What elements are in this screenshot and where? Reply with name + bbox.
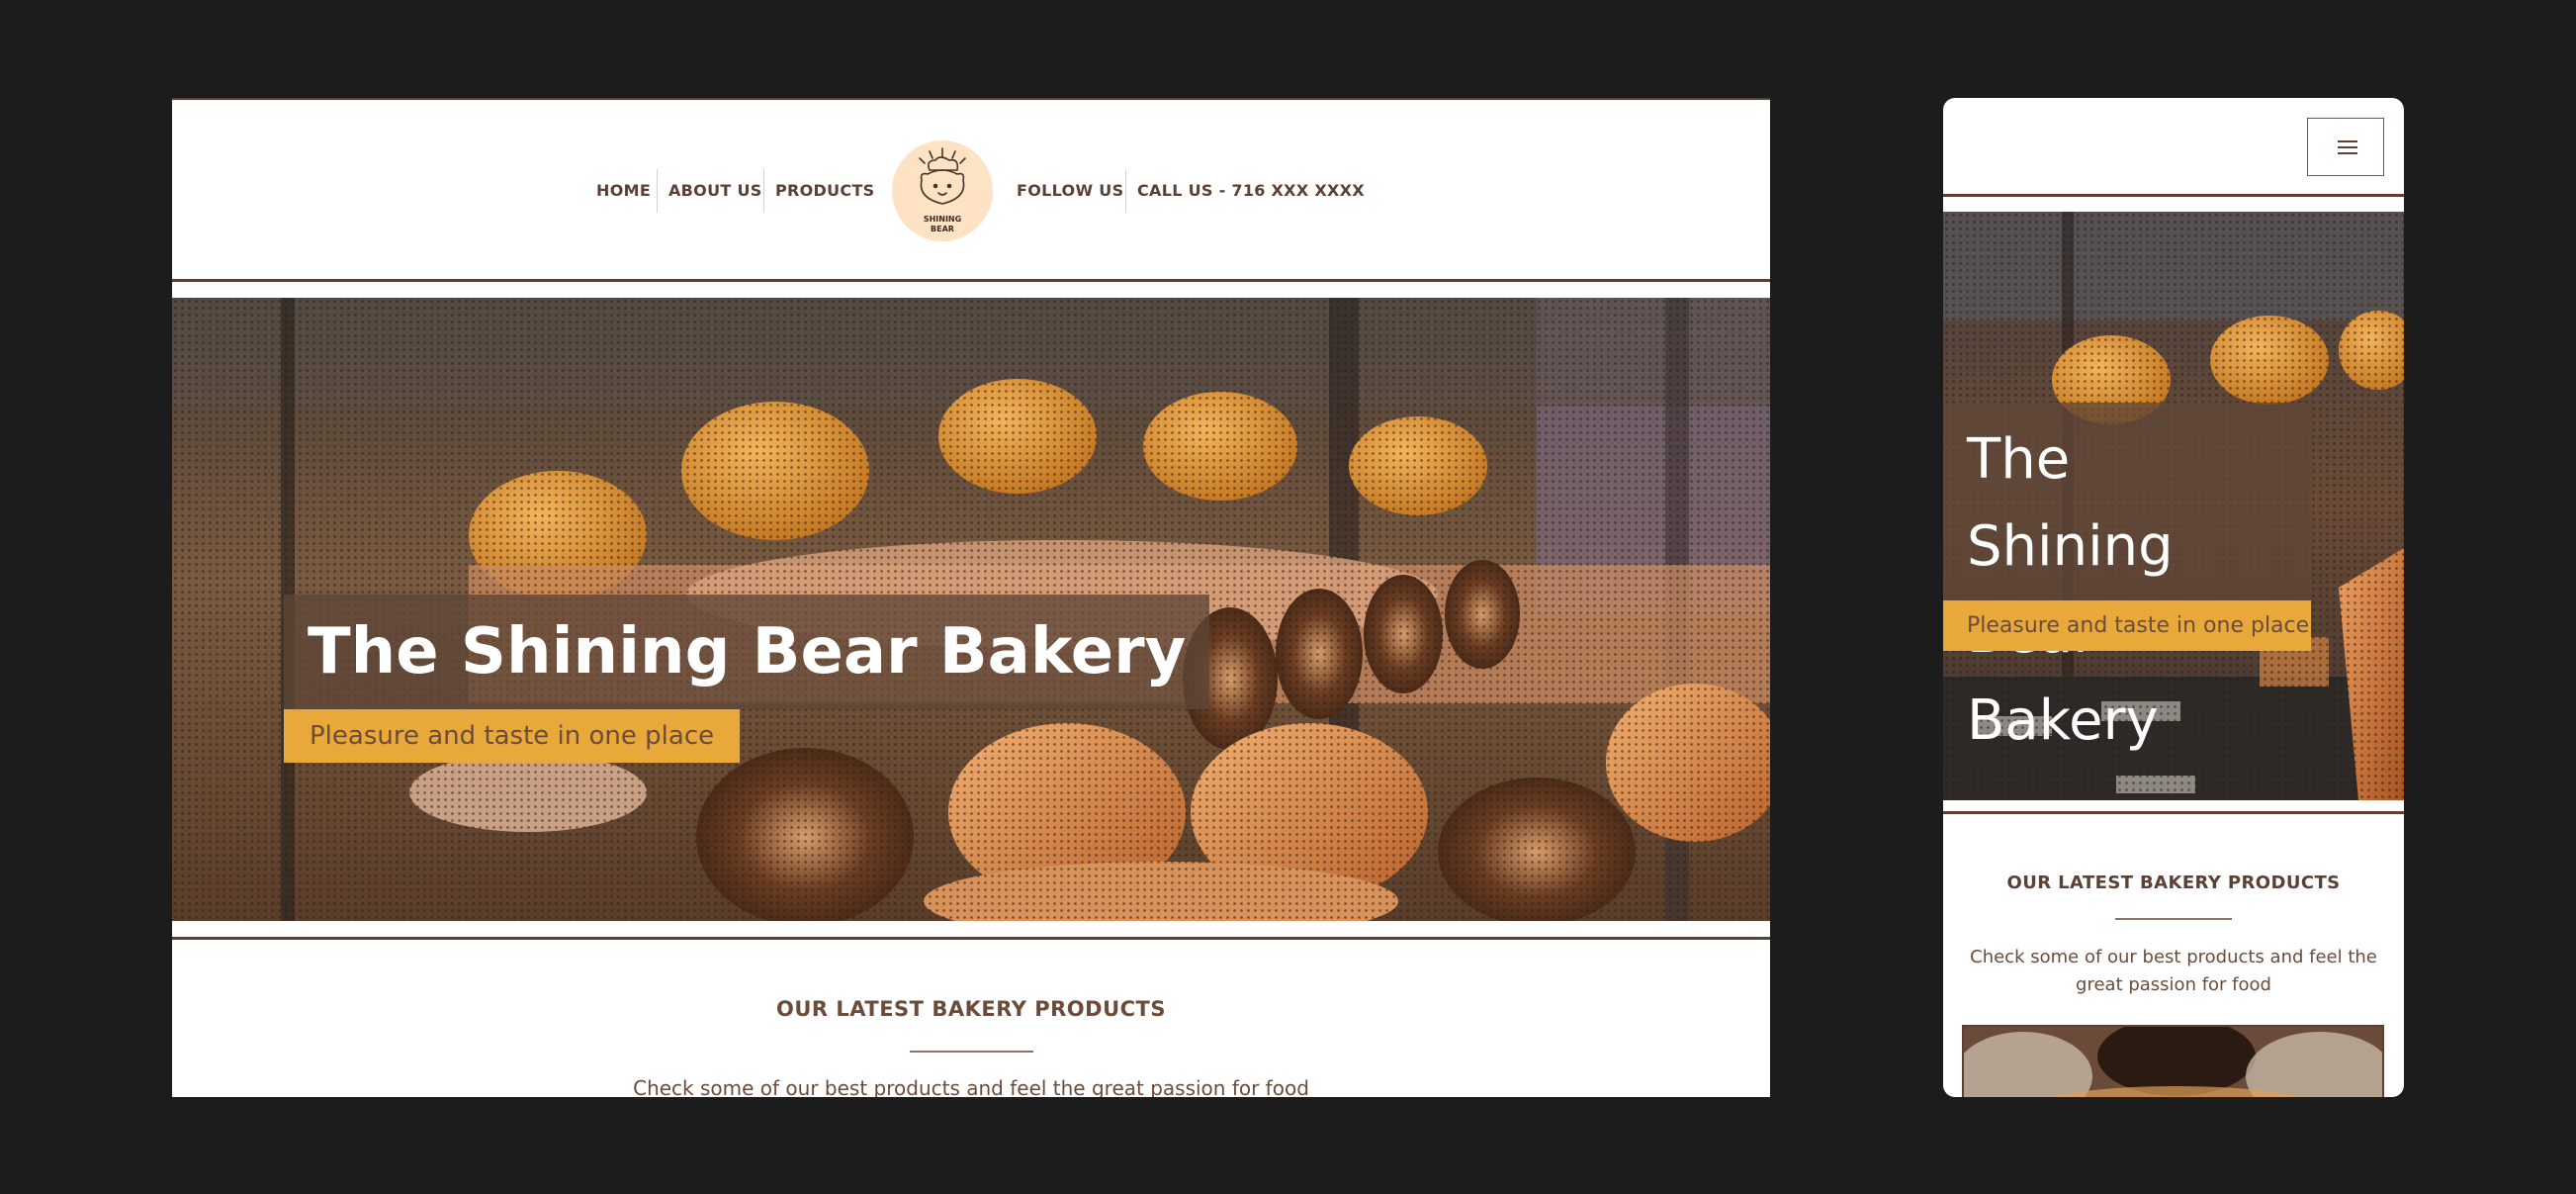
nav-separator [1125, 169, 1126, 213]
bakery-logo[interactable]: SHINING BEAR [892, 140, 993, 241]
main-nav: HOME ABOUT US PRODUCTS SHINING BEAR FOLL… [172, 100, 1770, 281]
section-description: Check some of our best products and feel… [633, 1076, 1309, 1097]
mobile-section-title: OUR LATEST BAKERY PRODUCTS [2006, 873, 2341, 893]
logo-text-bottom: BEAR [931, 225, 954, 233]
menu-bar-icon [2338, 140, 2357, 142]
menu-bar-icon [2338, 146, 2357, 148]
mobile-hero-subtitle: Pleasure and taste in one place [1967, 613, 2310, 638]
nav-separator [657, 169, 658, 213]
mobile-mockup: The Shining Bear Bakery Pleasure and tas… [1943, 98, 2404, 1097]
logo-text-top: SHINING [924, 215, 961, 224]
nav-products[interactable]: PRODUCTS [775, 100, 875, 281]
desktop-mockup: HOME ABOUT US PRODUCTS SHINING BEAR FOLL… [172, 98, 1770, 1097]
hero-title: The Shining Bear Bakery [308, 615, 1187, 689]
mobile-section-description-line1: Check some of our best products and feel… [1970, 947, 2377, 967]
mobile-hero-divider [1943, 811, 2404, 814]
mobile-hero-subtitle-box: Pleasure and taste in one place [1943, 600, 2311, 651]
bear-chef-logo-icon: SHINING BEAR [919, 147, 966, 233]
hero-divider [172, 937, 1770, 940]
nav-home[interactable]: HOME [596, 100, 651, 281]
section-title: OUR LATEST BAKERY PRODUCTS [776, 997, 1166, 1021]
header-divider [172, 279, 1770, 282]
product-photo [1964, 1027, 2382, 1097]
hero-banner: The Shining Bear Bakery Pleasure and tas… [172, 298, 1770, 921]
hero-subtitle: Pleasure and taste in one place [310, 721, 715, 751]
hero-title-box: The Shining Bear Bakery [284, 595, 1210, 709]
product-thumbnail[interactable] [1962, 1025, 2384, 1097]
mobile-header-divider [1943, 194, 2404, 197]
nav-follow-us[interactable]: FOLLOW US [1017, 100, 1123, 281]
section-title-underline [910, 1051, 1033, 1053]
nav-call-us[interactable]: CALL US - 716 XXX XXXX [1137, 100, 1365, 281]
site-header: HOME ABOUT US PRODUCTS SHINING BEAR FOLL… [172, 98, 1770, 279]
mobile-hero-title-box: The Shining Bear Bakery [1943, 403, 2311, 753]
mobile-section-description-line2: great passion for food [2076, 974, 2271, 995]
hamburger-menu-button[interactable] [2307, 118, 2384, 176]
hero-subtitle-box: Pleasure and taste in one place [284, 709, 741, 763]
nav-about-us[interactable]: ABOUT US [668, 100, 762, 281]
mobile-section-title-underline [2115, 918, 2232, 920]
nav-separator [763, 169, 764, 213]
mobile-hero-title-line1: The Shining [1967, 427, 2174, 579]
mobile-hero-banner: The Shining Bear Bakery Pleasure and tas… [1943, 212, 2404, 800]
menu-bar-icon [2338, 152, 2357, 154]
